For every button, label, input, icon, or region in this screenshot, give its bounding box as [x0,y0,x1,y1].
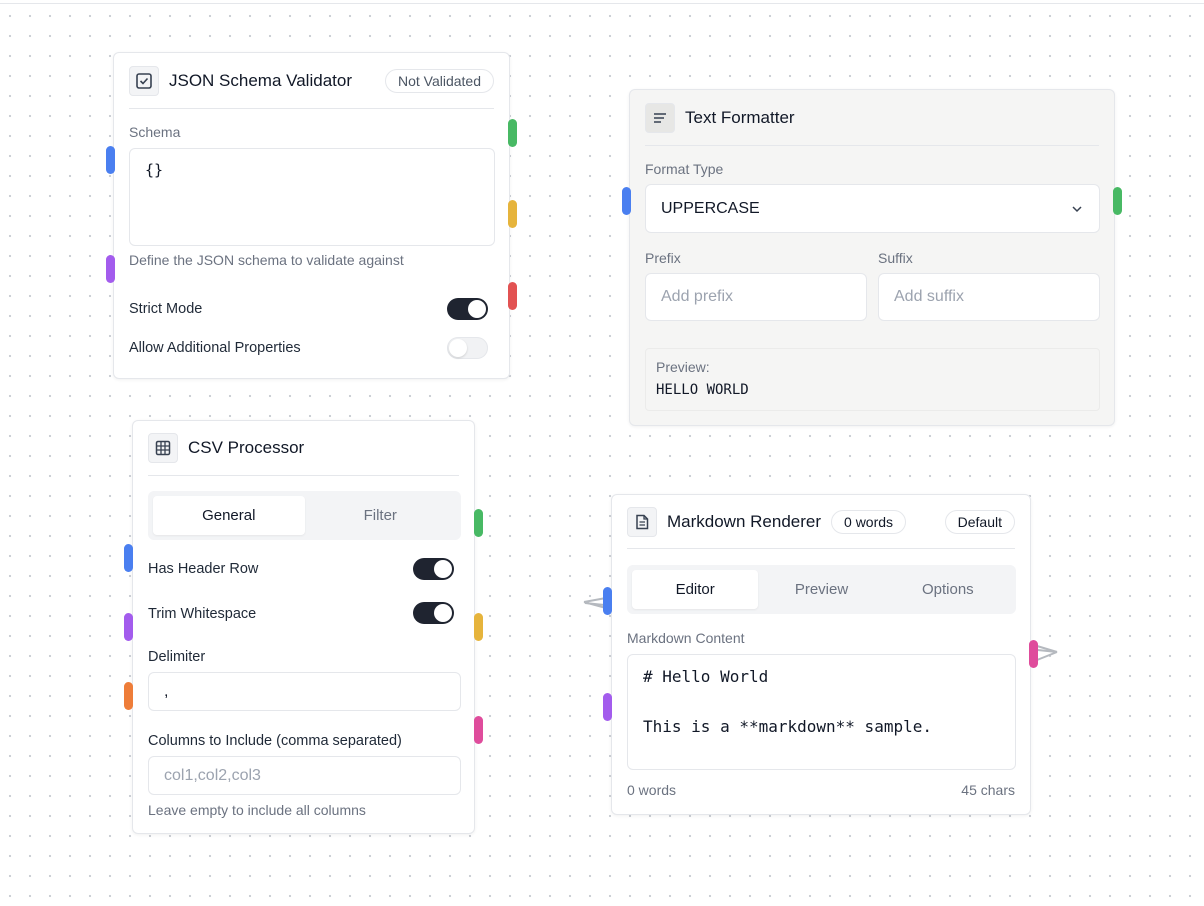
json-output-handle-green[interactable] [508,119,517,147]
has-header-label: Has Header Row [148,561,259,577]
csv-output-handle-pink[interactable] [474,716,483,744]
csv-input-handle-orange[interactable] [124,682,133,710]
node-title: JSON Schema Validator [169,70,352,90]
file-text-icon [627,506,657,537]
columns-input[interactable]: col1,col2,col3 [148,756,461,795]
json-input-handle-blue[interactable] [106,146,115,174]
schema-hint: Define the JSON schema to validate again… [129,252,404,268]
footer-char-count: 45 chars [961,782,1015,798]
json-schema-validator-node[interactable]: JSON Schema Validator Not Validated Sche… [113,52,510,379]
tab-options[interactable]: Options [885,570,1011,609]
node-title: Markdown Renderer [667,511,822,531]
node-header: Markdown Renderer 0 words Default [627,495,1015,549]
node-header: Text Formatter [645,90,1099,146]
columns-hint: Leave empty to include all columns [148,802,366,818]
markdown-line-2: This is a **markdown** sample. [643,717,932,736]
chevron-down-icon [1070,202,1084,216]
node-header: CSV Processor [148,421,459,476]
node-title: Text Formatter [685,107,795,127]
preview-label: Preview: [656,359,710,375]
table-icon [148,433,178,463]
trim-whitespace-label: Trim Whitespace [148,606,257,622]
toggle-knob [449,339,467,357]
tab-editor[interactable]: Editor [632,570,759,609]
json-output-handle-red[interactable] [508,282,517,310]
theme-badge: Default [944,509,1015,534]
markdown-line-1: # Hello World [643,667,769,686]
status-badge: Not Validated [384,68,494,93]
format-type-label: Format Type [645,161,724,177]
csv-input-handle-blue[interactable] [124,544,133,572]
json-input-handle-purple[interactable] [106,255,115,283]
canvas-top-border [0,3,1204,4]
csv-output-handle-green[interactable] [474,509,483,537]
tab-filter[interactable]: Filter [305,496,457,535]
schema-textarea[interactable]: {} [129,148,495,246]
prefix-input[interactable]: Add prefix [645,273,867,321]
csv-output-handle-yellow[interactable] [474,613,483,641]
trim-whitespace-toggle[interactable] [413,602,454,624]
markdown-content-label: Markdown Content [627,630,745,646]
word-count-badge: 0 words [831,509,907,534]
strict-mode-toggle[interactable] [447,298,488,320]
toggle-knob [434,604,452,622]
markdown-input-handle-blue[interactable] [603,587,612,615]
markdown-tabs: Editor Preview Options [627,565,1016,614]
delimiter-input[interactable]: , [148,672,461,711]
markdown-content-textarea[interactable]: # Hello World This is a **markdown** sam… [627,654,1016,770]
checkbox-icon [129,65,159,96]
strict-mode-label: Strict Mode [129,301,203,317]
suffix-input[interactable]: Add suffix [878,273,1100,321]
footer-word-count: 0 words [627,782,677,798]
columns-label: Columns to Include (comma separated) [148,733,402,749]
allow-additional-label: Allow Additional Properties [129,340,301,356]
has-header-toggle[interactable] [413,558,454,580]
allow-additional-toggle[interactable] [447,337,488,359]
align-left-icon [645,102,675,133]
schema-label: Schema [129,124,181,140]
tab-general[interactable]: General [153,496,305,535]
format-type-value: UPPERCASE [661,199,760,217]
markdown-output-handle-pink[interactable] [1029,640,1038,668]
format-type-select[interactable]: UPPERCASE [645,184,1100,233]
node-header: JSON Schema Validator Not Validated [129,53,494,109]
preview-value: HELLO WORLD [656,382,749,398]
node-title: CSV Processor [188,438,305,457]
csv-processor-node[interactable]: CSV Processor General Filter Has Header … [132,420,475,834]
toggle-knob [434,560,452,578]
json-output-handle-yellow[interactable] [508,200,517,228]
suffix-label: Suffix [878,250,913,266]
prefix-label: Prefix [645,250,681,266]
delimiter-label: Delimiter [148,649,206,665]
markdown-renderer-node[interactable]: Markdown Renderer 0 words Default Editor… [611,494,1031,815]
csv-input-handle-purple[interactable] [124,613,133,641]
toggle-knob [468,300,486,318]
preview-box [645,348,1100,411]
formatter-output-handle-green[interactable] [1113,187,1122,215]
tab-preview[interactable]: Preview [758,570,884,609]
csv-tabs: General Filter [148,491,461,540]
markdown-input-handle-purple[interactable] [603,693,612,721]
text-formatter-node[interactable]: Text Formatter Format Type UPPERCASE Pre… [629,89,1115,426]
formatter-input-handle-blue[interactable] [622,187,631,215]
